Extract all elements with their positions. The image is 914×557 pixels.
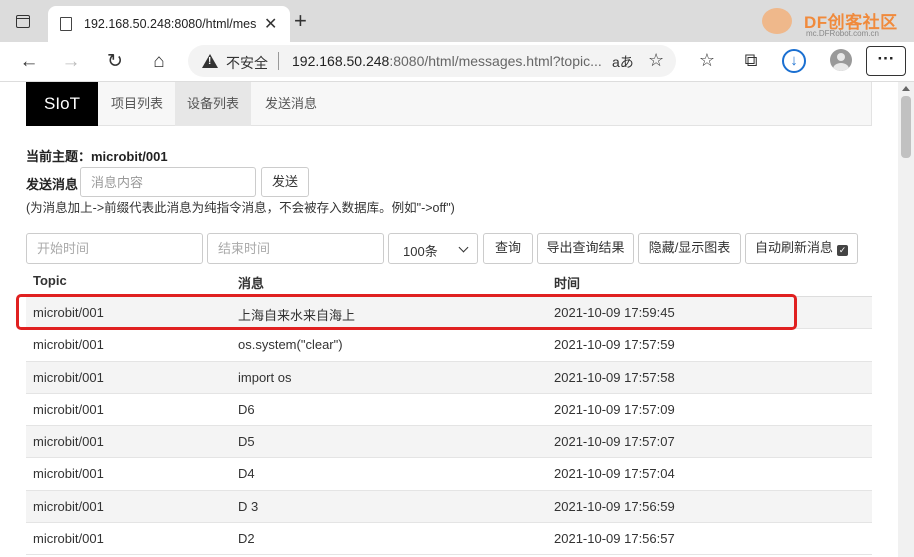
table-row: microbit/001 D4 2021-10-09 17:57:04 [26,458,872,491]
watermark-logo-icon [762,8,792,34]
table-row: microbit/001 os.system("clear") 2021-10-09… [26,329,872,362]
checkbox-checked-icon[interactable]: ✓ [837,245,848,256]
read-aloud-icon[interactable]: aあ [612,52,634,72]
cell-time: 2021-10-09 17:57:59 [554,337,675,353]
divider [278,52,279,70]
send-hint: (为消息加上->前缀代表此消息为纯指令消息，不会被存入数据库。例如"->off"… [26,201,455,215]
header-topic: Topic [33,273,67,288]
scroll-thumb[interactable] [901,96,911,158]
table-row: microbit/001 D 3 2021-10-09 17:56:59 [26,490,872,524]
message-input[interactable] [80,167,256,197]
cell-time: 2021-10-09 17:57:09 [554,401,675,417]
nav-item-send[interactable]: 发送消息 [253,82,329,126]
cell-topic: microbit/001 [33,305,104,320]
download-icon[interactable]: ↓ [782,49,806,73]
cell-message: D4 [238,466,255,482]
auto-refresh-label: 自动刷新消息 [754,240,833,255]
tab-strip: 192.168.50.248:8080/html/messa ✕ + DF创客社… [0,0,914,42]
query-button[interactable]: 查询 [483,233,533,264]
site-brand[interactable]: SIoT [26,82,98,126]
chevron-down-icon [458,242,469,253]
page-icon [60,17,72,31]
settings-menu-button[interactable]: ··· [866,46,906,76]
auto-refresh-button[interactable]: 自动刷新消息 ✓ [745,233,858,264]
cell-topic: microbit/001 [33,337,104,353]
header-message: 消息 [238,276,265,291]
cell-topic: microbit/001 [33,498,104,514]
current-topic: 当前主题：microbit/001 [26,149,168,164]
cell-message: D 3 [238,498,259,514]
home-icon[interactable]: ⌂ [144,48,174,76]
limit-value: 100条 [403,244,438,259]
new-tab-button[interactable]: + [294,8,307,34]
watermark-logo: DF创客社区 mc.DFRobot.com.cn [762,6,902,38]
vertical-scrollbar[interactable] [898,82,914,557]
cell-message: D6 [238,401,255,417]
table-row: microbit/001 上海自来水来自海上 2021-10-09 17:59:45 [26,297,872,330]
cell-topic: microbit/001 [33,401,104,417]
collections-icon[interactable]: ⧉ [738,50,764,71]
cell-topic: microbit/001 [33,531,104,547]
table-row: microbit/001 D5 2021-10-09 17:57:07 [26,426,872,459]
nav-item-devices[interactable]: 设备列表 [175,82,252,126]
cell-message: D2 [238,531,255,547]
cell-message: 上海自来水来自海上 [238,308,356,323]
cell-topic: microbit/001 [33,466,104,482]
cell-time: 2021-10-09 17:56:59 [554,498,675,514]
toggle-chart-button[interactable]: 隐藏/显示图表 [638,233,741,264]
forward-arrow-icon[interactable]: → [56,48,86,76]
site-navbar: SIoT 项目列表 设备列表 发送消息 [26,82,872,126]
refresh-icon[interactable]: ↻ [100,48,130,76]
cell-message: D5 [238,434,255,450]
tab-title: 192.168.50.248:8080/html/messa [84,17,256,31]
url-path: :8080/html/messages.html?topic... [389,53,602,69]
favorites-icon[interactable]: ☆ [694,50,720,71]
header-time: 时间 [554,276,581,291]
address-bar[interactable]: 不安全 192.168.50.248:8080/html/messages.ht… [188,45,676,77]
scroll-up-icon[interactable] [902,86,910,91]
start-time-input[interactable] [26,233,203,264]
table-row: microbit/001 import os 2021-10-09 17:57:58 [26,361,872,394]
warning-icon[interactable] [202,54,218,68]
limit-select[interactable]: 100条 [388,233,478,264]
url-host: 192.168.50.248 [292,53,390,69]
tab-actions-icon[interactable] [16,15,30,28]
page-content: SIoT 项目列表 设备列表 发送消息 当前主题：microbit/001 发送… [0,82,898,557]
cell-time: 2021-10-09 17:57:07 [554,434,675,450]
cell-time: 2021-10-09 17:56:57 [554,531,675,547]
security-status[interactable]: 不安全 [226,53,268,73]
messages-table: Topic 消息 时间 microbit/001 上海自来水来自海上 2021-10… [26,263,872,556]
address-toolbar: ← → ↻ ⌂ 不安全 192.168.50.248:8080/html/mes… [0,42,914,82]
nav-item-projects[interactable]: 项目列表 [99,82,175,126]
browser-tab[interactable]: 192.168.50.248:8080/html/messa ✕ [48,6,290,42]
end-time-input[interactable] [207,233,384,264]
send-button[interactable]: 发送 [261,167,309,197]
back-arrow-icon[interactable]: ← [14,48,44,76]
table-row: microbit/001 D2 2021-10-09 17:56:57 [26,523,872,556]
cell-message: os.system("clear") [238,337,343,353]
url-text[interactable]: 192.168.50.248:8080/html/messages.html?t… [292,53,602,69]
export-button[interactable]: 导出查询结果 [537,233,634,264]
table-header: Topic 消息 时间 [26,263,872,297]
close-tab-icon[interactable]: ✕ [264,14,277,34]
cell-time: 2021-10-09 17:59:45 [554,305,675,320]
cell-time: 2021-10-09 17:57:58 [554,369,675,385]
cell-message: import os [238,369,292,385]
add-favorite-icon[interactable]: ☆ [648,50,664,71]
cell-topic: microbit/001 [33,369,104,385]
cell-topic: microbit/001 [33,434,104,450]
profile-avatar[interactable] [830,49,852,71]
cell-time: 2021-10-09 17:57:04 [554,466,675,482]
send-label: 发送消息 [26,177,79,192]
watermark-site: mc.DFRobot.com.cn [806,29,879,38]
table-row: microbit/001 D6 2021-10-09 17:57:09 [26,394,872,427]
